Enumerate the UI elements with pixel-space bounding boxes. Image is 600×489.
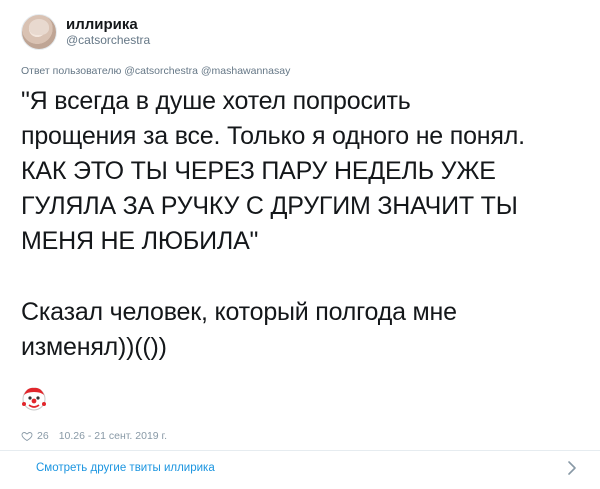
- tweet-text: "Я всегда в душе хотел попросить прощени…: [21, 84, 586, 365]
- tweet-line: МЕНЯ НЕ ЛЮБИЛА": [21, 227, 259, 255]
- tweet-line: КАК ЭТО ТЫ ЧЕРЕЗ ПАРУ НЕДЕЛЬ УЖЕ: [21, 157, 496, 185]
- chevron-right-icon[interactable]: [566, 459, 578, 477]
- author-handle[interactable]: @catsorchestra: [66, 33, 150, 48]
- tweet-header: иллирика @catsorchestra: [21, 14, 150, 50]
- heart-icon[interactable]: [21, 430, 33, 442]
- tweet-card: иллирика @catsorchestra Ответ пользовате…: [0, 0, 600, 489]
- tweet-meta: 26 10.26 - 21 сент. 2019 г.: [21, 430, 167, 442]
- timestamp[interactable]: 10.26 - 21 сент. 2019 г.: [59, 430, 167, 442]
- divider: [0, 450, 600, 451]
- tweet-line: изменял))(()): [21, 333, 167, 361]
- more-tweets-link[interactable]: Смотреть другие твиты иллирика: [36, 462, 215, 474]
- reply-prefix: Ответ пользователю: [21, 65, 122, 77]
- tweet-line: ГУЛЯЛА ЗА РУЧКУ С ДРУГИМ ЗНАЧИТ ТЫ: [21, 192, 518, 220]
- tweet-line: "Я всегда в душе хотел попросить: [21, 87, 411, 115]
- avatar[interactable]: [21, 14, 57, 50]
- like-count: 26: [37, 430, 49, 442]
- clown-sticker-icon: [22, 387, 46, 411]
- reply-to-line: Ответ пользователю @catsorchestra @masha…: [21, 65, 290, 77]
- author-display-name[interactable]: иллирика: [66, 16, 150, 33]
- tweet-line: Сказал человек, который полгода мне: [21, 298, 457, 326]
- tweet-line: прощения за все. Только я одного не поня…: [21, 122, 525, 150]
- author-block: иллирика @catsorchestra: [66, 16, 150, 48]
- reply-mentions[interactable]: @catsorchestra @mashawannasay: [124, 65, 290, 77]
